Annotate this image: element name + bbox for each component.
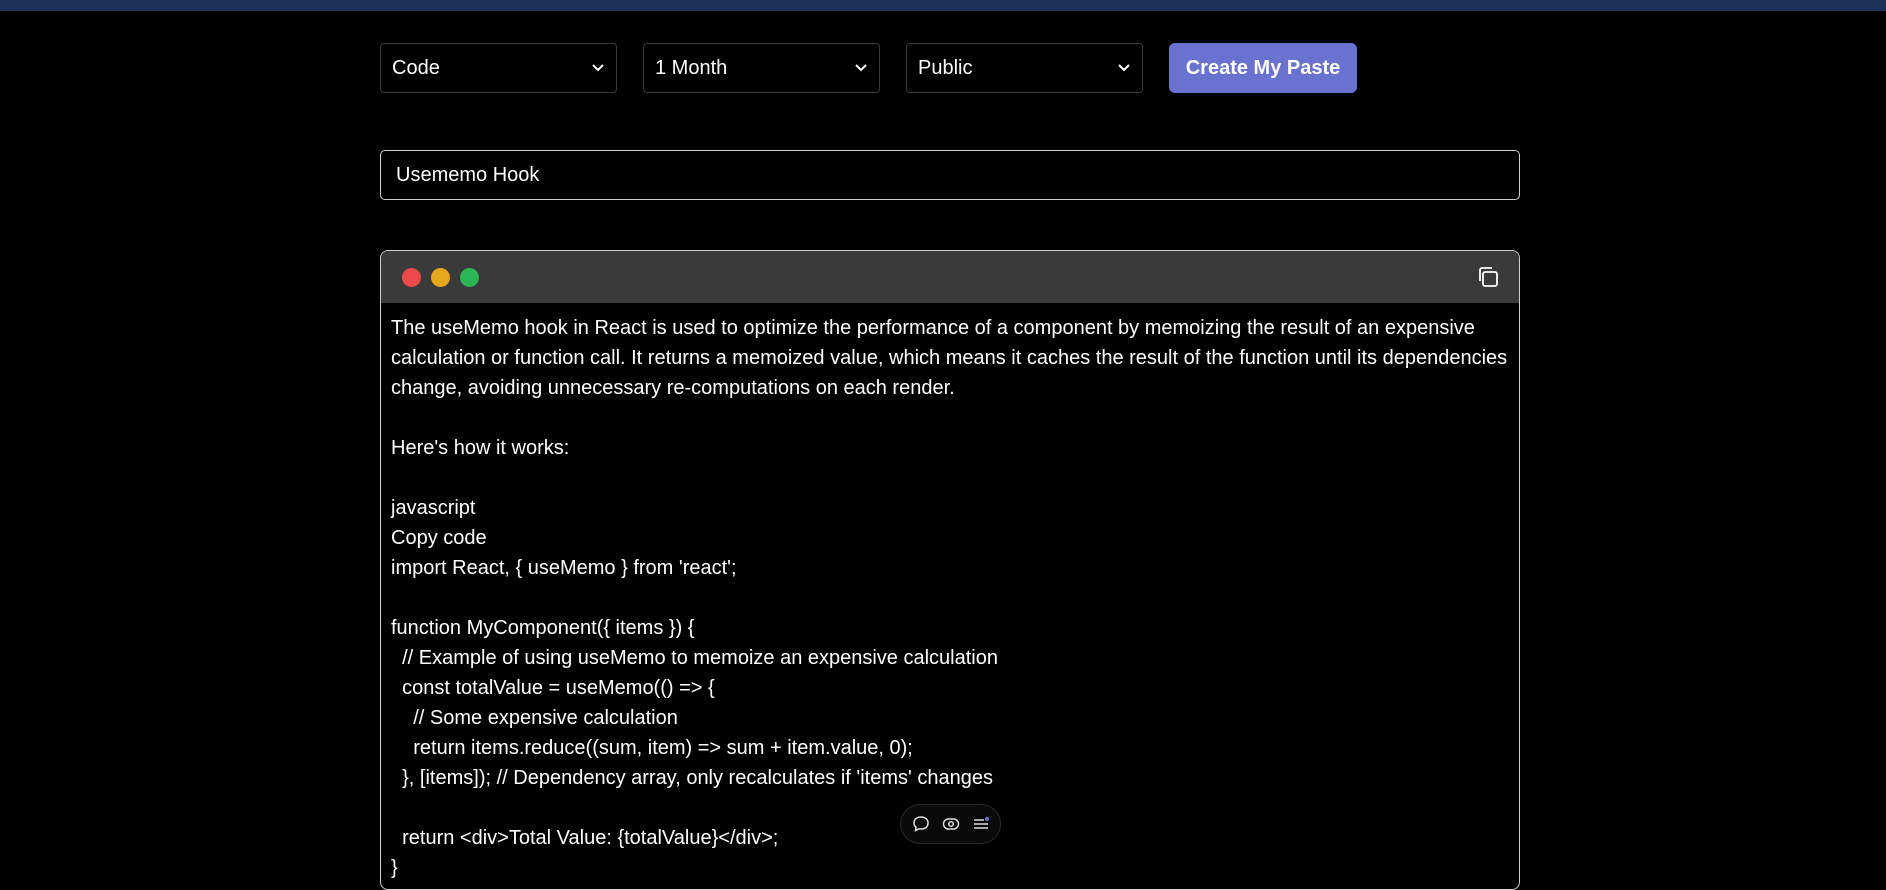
- expiry-select-value: 1 Month: [655, 56, 728, 79]
- expiry-select[interactable]: 1 Month: [643, 43, 880, 93]
- paste-title-value: Usememo Hook: [396, 163, 540, 186]
- editor-line: The useMemo hook in React is used to opt…: [391, 317, 1475, 339]
- floating-toolbar: [900, 804, 1001, 844]
- paste-title-input[interactable]: Usememo Hook: [380, 150, 1520, 200]
- editor-line: change, avoiding unnecessary re-computat…: [391, 377, 955, 399]
- create-paste-button[interactable]: Create My Paste: [1169, 43, 1357, 93]
- editor-line: function MyComponent({ items }) {: [391, 617, 695, 639]
- editor-line: const totalValue = useMemo(() => {: [391, 677, 715, 699]
- chevron-down-icon: [591, 61, 605, 75]
- editor-line: javascript: [391, 497, 476, 519]
- editor-line: calculation or function call. It returns…: [391, 347, 1508, 369]
- visibility-select-value: Public: [918, 56, 973, 79]
- editor-line: Copy code: [391, 527, 487, 549]
- top-accent-bar: [0, 0, 1886, 11]
- paste-options-bar: Code 1 Month Public Create My Paste: [380, 43, 1357, 93]
- editor-line: }: [391, 857, 398, 879]
- visibility-select[interactable]: Public: [906, 43, 1143, 93]
- editor-header: [381, 251, 1519, 303]
- editor-line: }, [items]); // Dependency array, only r…: [391, 767, 993, 789]
- window-controls: [402, 267, 479, 287]
- editor-line: return items.reduce((sum, item) => sum +…: [391, 737, 913, 759]
- close-dot-icon: [402, 267, 421, 287]
- editor-line: // Some expensive calculation: [391, 707, 678, 729]
- syntax-select[interactable]: Code: [380, 43, 617, 93]
- menu-lines-icon[interactable]: [971, 814, 991, 834]
- editor-line: Here's how it works:: [391, 437, 570, 459]
- code-editor: The useMemo hook in React is used to opt…: [380, 250, 1520, 890]
- editor-line: // Example of using useMemo to memoize a…: [391, 647, 998, 669]
- chevron-down-icon: [1117, 61, 1131, 75]
- maximize-dot-icon: [460, 267, 479, 287]
- minimize-dot-icon: [431, 267, 450, 287]
- syntax-select-value: Code: [392, 56, 440, 79]
- comment-icon[interactable]: [911, 814, 931, 834]
- paste-content-textarea[interactable]: The useMemo hook in React is used to opt…: [381, 303, 1519, 883]
- eye-icon[interactable]: [941, 814, 961, 834]
- chevron-down-icon: [854, 61, 868, 75]
- editor-line: import React, { useMemo } from 'react';: [391, 557, 737, 579]
- copy-icon[interactable]: [1475, 264, 1501, 290]
